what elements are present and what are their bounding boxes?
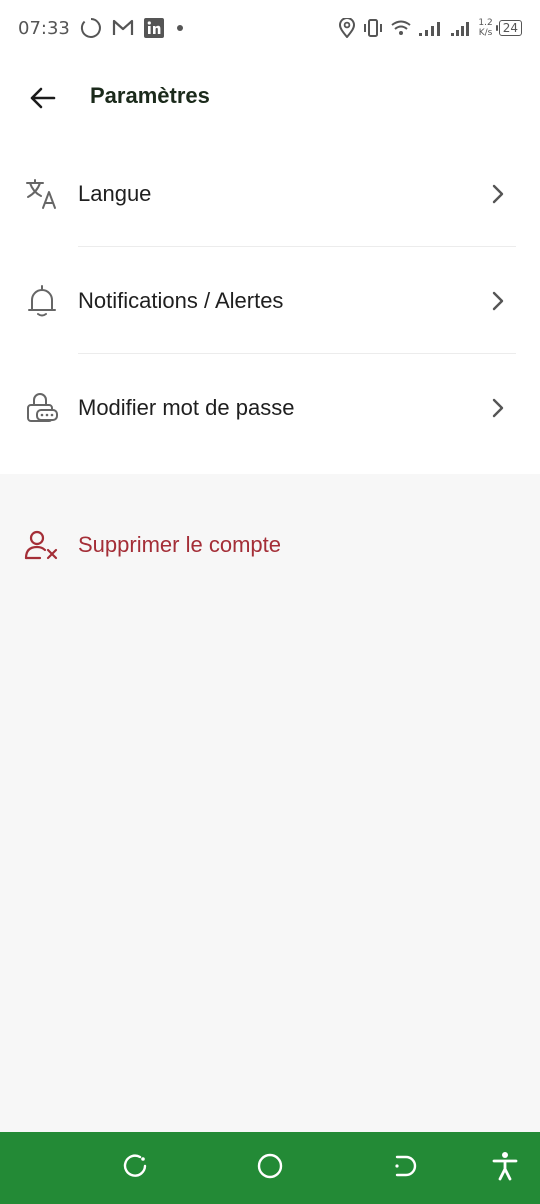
battery-level: 24 (502, 21, 518, 35)
signal-icon-2 (450, 19, 472, 37)
battery-indicator: 24 (495, 20, 522, 36)
recent-apps-button[interactable] (120, 1153, 150, 1183)
gmail-icon (112, 19, 134, 37)
status-bar: 07:33 1.2 K/s 24 (0, 0, 540, 56)
user-remove-icon (24, 527, 60, 563)
settings-item-language[interactable]: Langue (0, 140, 540, 247)
recent-apps-icon (122, 1153, 148, 1184)
chevron-right-icon (488, 396, 508, 420)
page-title: Paramètres (90, 83, 210, 108)
accessibility-button[interactable] (490, 1151, 520, 1186)
settings-item-notifications[interactable]: Notifications / Alertes (0, 247, 540, 354)
settings-item-change-password[interactable]: Modifier mot de passe (0, 354, 540, 461)
chevron-right-icon (488, 182, 508, 206)
net-speed-value: 1.2 (478, 18, 493, 28)
wifi-icon (390, 19, 412, 37)
accessibility-icon (491, 1151, 519, 1186)
linkedin-icon (143, 18, 164, 38)
settings-item-label: Langue (78, 180, 152, 206)
settings-list: Langue Notifications / Alertes Modifier … (0, 140, 540, 474)
dot-icon (174, 22, 186, 34)
arrow-left-icon (28, 86, 56, 115)
home-button[interactable] (255, 1153, 285, 1183)
bell-icon (24, 283, 60, 319)
net-speed-unit: K/s (478, 28, 493, 38)
signal-icon (418, 19, 444, 37)
settings-item-label: Modifier mot de passe (78, 394, 295, 420)
translate-icon (24, 176, 60, 212)
system-nav-bar (0, 1132, 540, 1204)
sync-icon (80, 17, 102, 39)
app-header: Paramètres (0, 56, 540, 140)
delete-account-label: Supprimer le compte (78, 532, 281, 557)
back-icon (392, 1153, 418, 1184)
net-speed: 1.2 K/s (478, 18, 492, 38)
back-nav-button[interactable] (390, 1153, 420, 1183)
status-time: 07:33 (18, 17, 70, 39)
home-icon (256, 1152, 284, 1185)
delete-account-button[interactable]: Supprimer le compte (0, 490, 540, 600)
settings-item-label: Notifications / Alertes (78, 287, 284, 313)
location-icon (338, 18, 356, 38)
back-button[interactable] (26, 84, 58, 116)
password-lock-icon (24, 390, 60, 426)
vibrate-icon (362, 18, 384, 38)
chevron-right-icon (488, 289, 508, 313)
